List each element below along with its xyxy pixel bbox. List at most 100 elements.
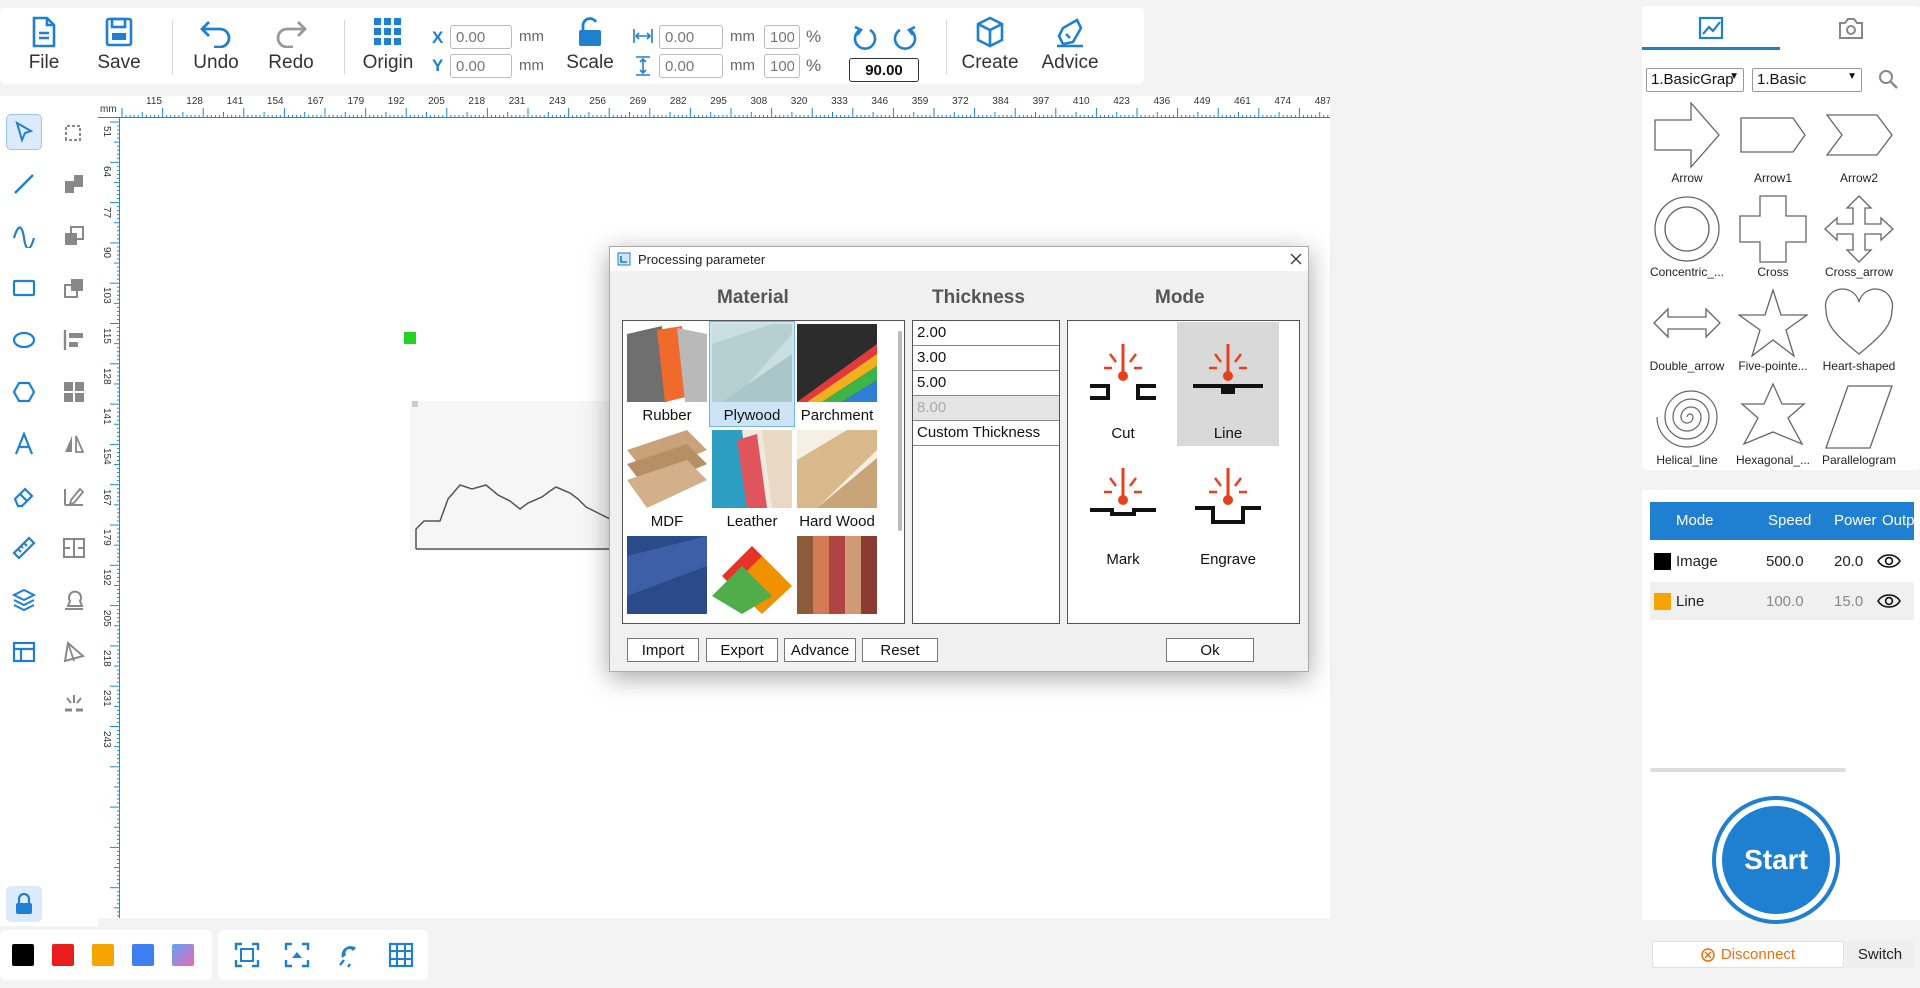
x-position-input[interactable]	[450, 25, 512, 49]
import-button[interactable]: Import	[627, 638, 699, 662]
array-tool[interactable]	[56, 374, 92, 410]
layer-color-swatch[interactable]	[1654, 553, 1671, 570]
material-mdf[interactable]: MDF	[625, 428, 709, 532]
shape-concentric[interactable]: Concentric_...	[1644, 192, 1730, 284]
switch-button[interactable]: Switch	[1846, 941, 1914, 968]
magnet-icon[interactable]	[336, 942, 362, 968]
redo-button[interactable]: Redo	[256, 16, 326, 82]
tab-camera[interactable]	[1780, 6, 1920, 50]
shape-helical-line[interactable]: Helical_line	[1644, 380, 1730, 472]
eye-icon[interactable]	[1877, 553, 1901, 569]
layer-scrollbar[interactable]	[1650, 768, 1846, 772]
reset-button[interactable]: Reset	[862, 638, 938, 662]
origin-button[interactable]: Origin	[353, 16, 423, 82]
width-percent-input[interactable]	[764, 25, 800, 49]
thickness-option[interactable]: 3.00	[913, 346, 1059, 371]
material-fabric[interactable]	[795, 534, 879, 623]
category-select[interactable]: 1.BasicGrap ▼	[1646, 68, 1744, 92]
split-tool[interactable]	[56, 530, 92, 566]
subcategory-select[interactable]: 1.Basic ▼	[1752, 68, 1862, 92]
mode-cut[interactable]: Cut	[1072, 322, 1174, 446]
layer-row[interactable]: Image 500.0 20.0	[1650, 542, 1914, 580]
shape-hexagram[interactable]: Hexagonal_...	[1730, 380, 1816, 472]
thickness-option[interactable]: 2.00	[913, 321, 1059, 346]
sign-tool[interactable]	[56, 478, 92, 514]
rotation-input[interactable]	[849, 58, 919, 82]
material-acrylic[interactable]	[710, 534, 794, 623]
create-button[interactable]: Create	[955, 16, 1025, 82]
fit-selection-icon[interactable]	[284, 942, 310, 968]
start-button[interactable]: Start	[1712, 796, 1840, 924]
color-swatch[interactable]	[12, 944, 34, 966]
color-swatch[interactable]	[172, 944, 194, 966]
shape-parallelogram[interactable]: Parallelogram	[1816, 380, 1902, 472]
undo-button[interactable]: Undo	[181, 16, 251, 82]
path-tool[interactable]	[56, 634, 92, 670]
height-percent-input[interactable]	[764, 54, 800, 78]
shape-arrow2[interactable]: Arrow2	[1816, 98, 1902, 190]
search-icon[interactable]	[1877, 68, 1899, 90]
stamp-tool[interactable]	[56, 582, 92, 618]
ellipse-tool[interactable]	[6, 322, 42, 358]
layer-color-swatch[interactable]	[1654, 593, 1671, 610]
mirror-tool[interactable]	[56, 426, 92, 462]
scale-button[interactable]: Scale	[555, 16, 625, 82]
material-plywood[interactable]: Plywood	[709, 321, 795, 427]
line-tool[interactable]	[6, 166, 42, 202]
material-denim[interactable]	[625, 534, 709, 623]
measure-tool[interactable]	[6, 530, 42, 566]
grid-icon[interactable]	[388, 942, 414, 968]
color-swatch[interactable]	[132, 944, 154, 966]
align-tool[interactable]	[56, 322, 92, 358]
color-swatch[interactable]	[92, 944, 114, 966]
close-icon[interactable]	[1290, 253, 1302, 265]
shape-arrow[interactable]: Arrow	[1644, 98, 1730, 190]
rectangle-tool[interactable]	[6, 270, 42, 306]
canvas-object[interactable]	[410, 401, 610, 551]
curve-tool[interactable]	[6, 218, 42, 254]
ok-button[interactable]: Ok	[1166, 638, 1254, 662]
mode-engrave[interactable]: Engrave	[1177, 448, 1279, 572]
material-leather[interactable]: Leather	[710, 428, 794, 532]
text-tool[interactable]	[6, 426, 42, 462]
advice-button[interactable]: Advice	[1035, 16, 1105, 82]
shape-cross-arrow[interactable]: Cross_arrow	[1816, 192, 1902, 284]
color-swatch[interactable]	[52, 944, 74, 966]
material-scrollbar[interactable]	[898, 331, 902, 531]
width-input[interactable]	[659, 25, 723, 49]
shape-five-pointed-star[interactable]: Five-pointe...	[1730, 286, 1816, 378]
mode-line[interactable]: Line	[1177, 322, 1279, 446]
y-position-input[interactable]	[450, 54, 512, 78]
layout-tool[interactable]	[6, 634, 42, 670]
material-parchment[interactable]: Parchment	[795, 322, 879, 426]
polygon-tool[interactable]	[6, 374, 42, 410]
mode-mark[interactable]: Mark	[1072, 448, 1174, 572]
thickness-custom[interactable]: Custom Thickness	[913, 421, 1059, 446]
file-button[interactable]: File	[9, 16, 79, 82]
tab-graphics[interactable]	[1642, 6, 1780, 50]
disconnect-button[interactable]: Disconnect	[1652, 941, 1844, 968]
eye-icon[interactable]	[1877, 593, 1901, 609]
shape-cross[interactable]: Cross	[1730, 192, 1816, 284]
rotate-ccw-icon[interactable]	[852, 24, 880, 52]
layers-tool[interactable]	[6, 582, 42, 618]
union-tool[interactable]	[56, 166, 92, 202]
laser-tool[interactable]	[56, 686, 92, 722]
advance-button[interactable]: Advance	[784, 638, 856, 662]
export-button[interactable]: Export	[706, 638, 778, 662]
layer-row[interactable]: Line 100.0 15.0	[1650, 582, 1914, 620]
shape-arrow1[interactable]: Arrow1	[1730, 98, 1816, 190]
thickness-option[interactable]: 5.00	[913, 371, 1059, 396]
select-tool[interactable]	[6, 114, 42, 150]
intersect-tool[interactable]	[56, 270, 92, 306]
subtract-tool[interactable]	[56, 218, 92, 254]
node-edit-tool[interactable]	[56, 114, 92, 150]
fit-view-icon[interactable]	[234, 942, 260, 968]
height-input[interactable]	[659, 54, 723, 78]
material-rubber[interactable]: Rubber	[625, 322, 709, 426]
shape-heart[interactable]: Heart-shaped	[1816, 286, 1902, 378]
rotate-cw-icon[interactable]	[890, 24, 918, 52]
eraser-tool[interactable]	[6, 478, 42, 514]
material-hard-wood[interactable]: Hard Wood	[795, 428, 879, 532]
lock-tool[interactable]	[6, 886, 42, 922]
